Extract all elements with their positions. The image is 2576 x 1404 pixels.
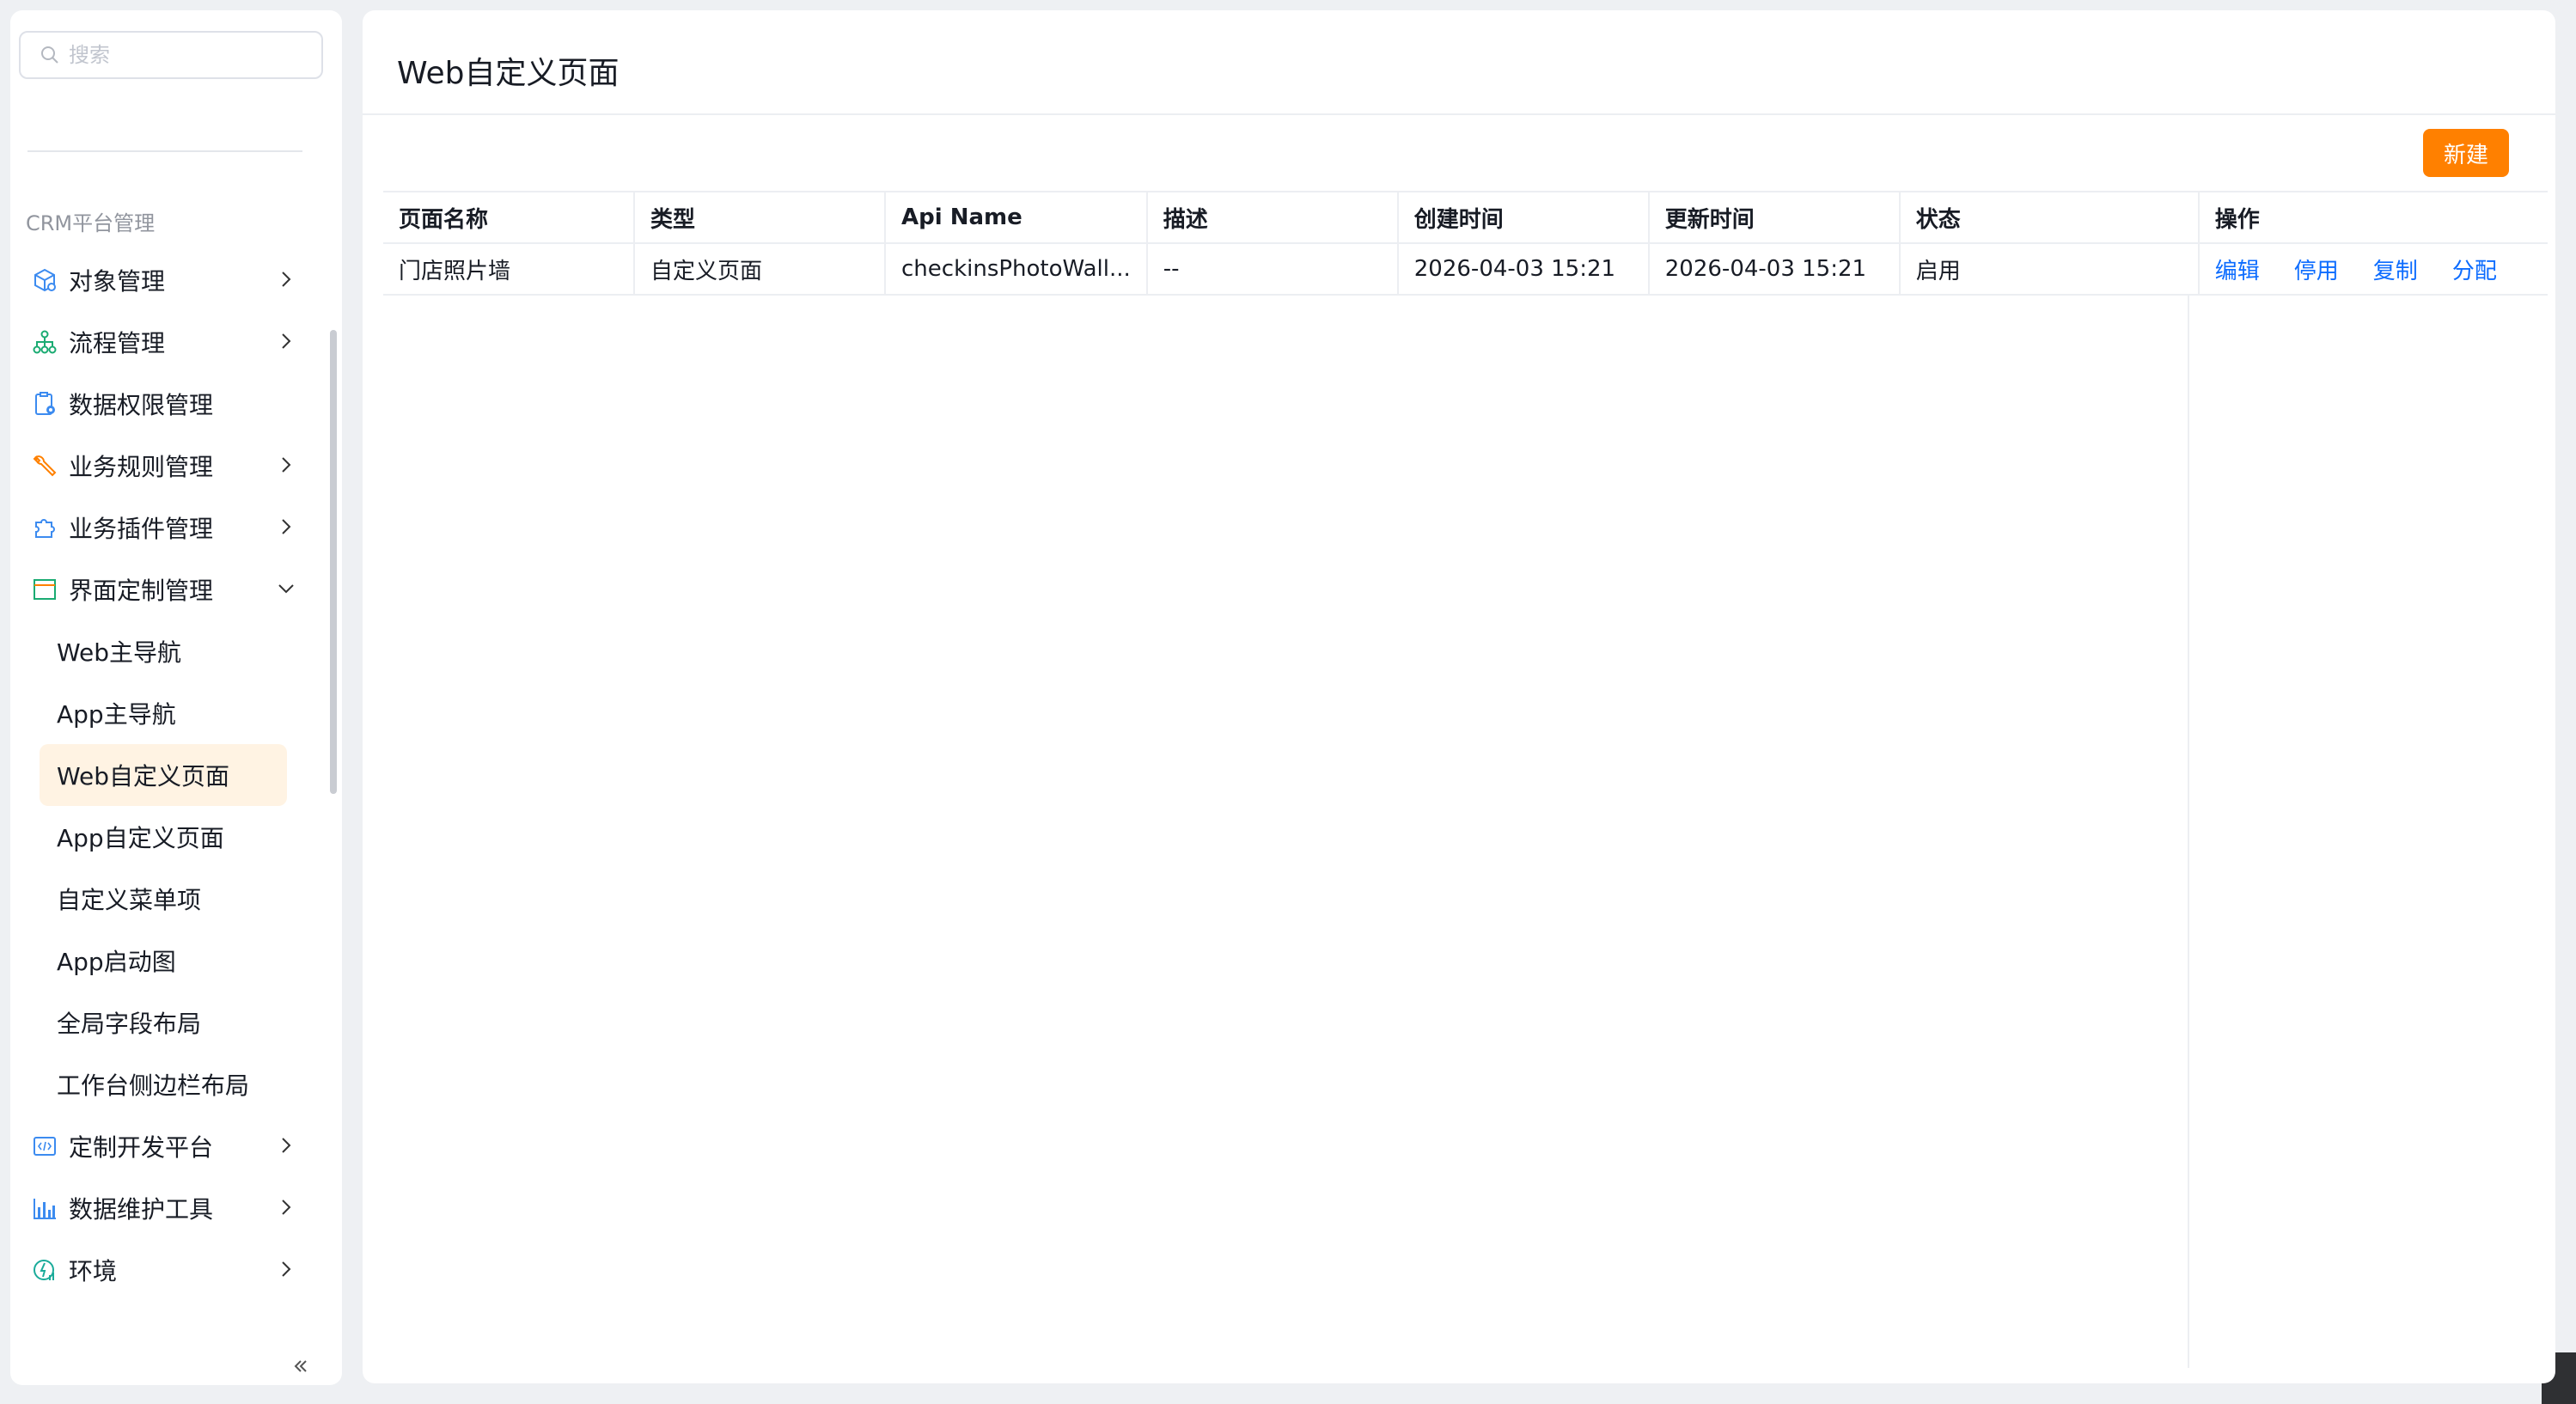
assign-link[interactable]: 分配	[2452, 259, 2497, 284]
column-header-api-name[interactable]: Api Name	[885, 191, 1148, 244]
sidebar-item-data-permission[interactable]: 数据权限管理	[10, 373, 342, 435]
sub-item-app-custom-page[interactable]: App自定义页面	[10, 806, 342, 868]
edit-link[interactable]: 编辑	[2215, 259, 2260, 284]
chevron-right-icon	[282, 1138, 291, 1153]
chevron-right-icon	[282, 1200, 291, 1215]
new-button[interactable]: 新建	[2423, 129, 2509, 177]
sub-item-app-main-nav[interactable]: App主导航	[10, 682, 342, 744]
cell-created: 2026-04-03 15:21	[1397, 243, 1650, 296]
cell-status: 启用	[1899, 243, 2200, 296]
sidebar-item-data-tools[interactable]: 数据维护工具	[10, 1177, 342, 1239]
clipboard-lock-icon	[31, 390, 58, 418]
column-header-actions: 操作	[2197, 191, 2548, 244]
column-header-updated[interactable]: 更新时间	[1648, 191, 1901, 244]
table-header-row: 页面名称 类型 Api Name 描述 创建时间 更新时间 状态 操作	[383, 191, 2548, 244]
sidebar-item-label: 环境	[69, 1257, 118, 1285]
copy-link[interactable]: 复制	[2373, 259, 2418, 284]
cell-type: 自定义页面	[634, 243, 886, 296]
sidebar-divider	[27, 150, 302, 152]
column-header-type[interactable]: 类型	[634, 191, 886, 244]
chevron-right-icon	[282, 272, 291, 287]
sidebar-item-business-plugins[interactable]: 业务插件管理	[10, 497, 342, 559]
sidebar-item-label: 业务规则管理	[69, 453, 214, 481]
double-chevron-left-icon	[294, 1360, 307, 1372]
column-header-created[interactable]: 创建时间	[1397, 191, 1650, 244]
sub-item-global-field-layout[interactable]: 全局字段布局	[10, 992, 342, 1053]
chevron-right-icon	[282, 333, 291, 349]
sub-item-web-custom-page[interactable]: Web自定义页面	[40, 744, 287, 806]
sub-item-app-splash[interactable]: App启动图	[10, 930, 342, 992]
title-divider	[363, 113, 2555, 115]
sidebar-item-label: 数据维护工具	[69, 1195, 214, 1224]
sidebar-item-dev-platform[interactable]: 定制开发平台	[10, 1115, 342, 1177]
sidebar-item-label: 流程管理	[69, 329, 166, 357]
environment-icon	[31, 1256, 58, 1284]
cell-updated: 2026-04-03 15:21	[1648, 243, 1901, 296]
sidebar-item-label: 界面定制管理	[69, 577, 214, 605]
chevron-down-icon	[278, 584, 294, 594]
sub-item-web-main-nav[interactable]: Web主导航	[10, 620, 342, 682]
search-icon	[41, 46, 58, 64]
bar-chart-icon	[31, 1194, 58, 1222]
sidebar-scrollbar[interactable]	[330, 330, 337, 794]
main-panel: Web自定义页面 新建 页面名称 类型 Api Name 描述 创建时间 更新时…	[363, 10, 2555, 1383]
sidebar-item-label: 数据权限管理	[69, 391, 214, 419]
sub-item-workbench-sidebar-layout[interactable]: 工作台侧边栏布局	[10, 1053, 342, 1115]
sidebar-item-process[interactable]: 流程管理	[10, 311, 342, 373]
search-box[interactable]	[19, 31, 323, 79]
actions-column-divider	[2188, 294, 2189, 1368]
search-input[interactable]	[69, 43, 309, 67]
column-header-status[interactable]: 状态	[1899, 191, 2200, 244]
window-icon	[31, 576, 58, 603]
cube-icon	[31, 266, 58, 294]
pages-table: 页面名称 类型 Api Name 描述 创建时间 更新时间 状态 操作 门店照片…	[383, 191, 2548, 296]
chevron-right-icon	[282, 519, 291, 534]
sidebar-item-label: 业务插件管理	[69, 515, 214, 543]
column-header-name[interactable]: 页面名称	[383, 191, 635, 244]
cell-api-name: checkinsPhotoWall...	[885, 243, 1148, 296]
puzzle-icon	[31, 514, 58, 541]
page-title: Web自定义页面	[397, 56, 620, 91]
sub-item-custom-menu-item[interactable]: 自定义菜单项	[10, 868, 342, 930]
sidebar-item-ui-customization[interactable]: 界面定制管理	[10, 559, 342, 620]
sidebar-item-label: 对象管理	[69, 267, 166, 296]
sidebar-item-business-rules[interactable]: 业务规则管理	[10, 435, 342, 497]
section-title: CRM平台管理	[26, 211, 156, 235]
wrench-icon	[31, 452, 58, 479]
sidebar-item-label: 定制开发平台	[69, 1133, 214, 1162]
sidebar-item-environment[interactable]: 环境	[10, 1239, 342, 1301]
chevron-right-icon	[282, 457, 291, 473]
cell-description: --	[1146, 243, 1399, 296]
collapse-sidebar-button[interactable]	[285, 1351, 316, 1382]
column-header-description[interactable]: 描述	[1146, 191, 1399, 244]
table-row: 门店照片墙 自定义页面 checkinsPhotoWall... -- 2026…	[383, 243, 2548, 296]
sidebar-menu: 对象管理 流程管理 数据权限管理 业务规则管理 业务插件管理 界面定制管理 We…	[10, 249, 342, 1301]
sidebar-item-object[interactable]: 对象管理	[10, 249, 342, 311]
cell-actions: 编辑 停用 复制 分配	[2197, 243, 2548, 296]
cell-name: 门店照片墙	[383, 243, 635, 296]
code-icon	[31, 1132, 58, 1160]
chevron-right-icon	[282, 1261, 291, 1277]
sidebar: CRM平台管理 对象管理 流程管理 数据权限管理	[10, 10, 342, 1385]
disable-link[interactable]: 停用	[2294, 259, 2339, 284]
flow-icon	[31, 328, 58, 356]
